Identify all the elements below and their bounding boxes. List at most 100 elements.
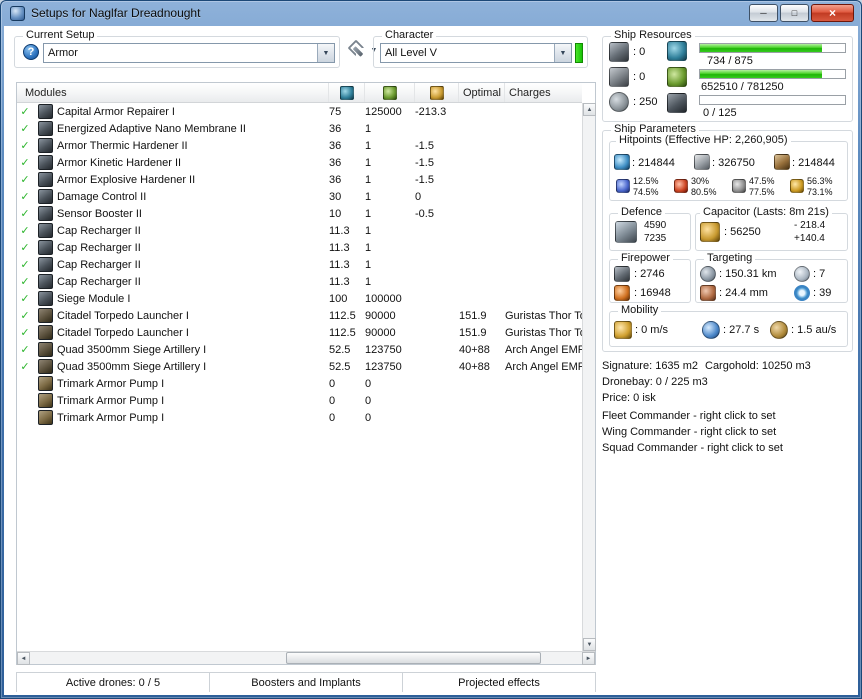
module-row[interactable]: ✓ Cap Recharger II 11.3 1 <box>17 256 582 273</box>
explosive-resist-icon <box>790 179 804 193</box>
squad-commander-text[interactable]: Squad Commander - right click to set <box>602 442 783 454</box>
module-name: Armor Kinetic Hardener II <box>57 157 329 169</box>
fitted-check-icon: ✓ <box>17 224 33 237</box>
module-icon <box>38 121 53 136</box>
tab-active-drones[interactable]: Active drones: 0 / 5 <box>16 672 210 692</box>
character-combobox-arrow[interactable]: ▼ <box>554 44 571 62</box>
column-header-optimal[interactable]: Optimal <box>459 83 505 102</box>
module-powergrid-value: 1 <box>365 208 415 220</box>
module-row[interactable]: Trimark Armor Pump I 0 0 <box>17 409 582 426</box>
kinetic-resist-icon <box>732 179 746 193</box>
module-cpu-value: 100 <box>329 293 365 305</box>
module-cpu-value: 0 <box>329 378 365 390</box>
dps-icon <box>614 266 630 282</box>
module-icon <box>38 257 53 272</box>
module-row[interactable]: ✓ Capital Armor Repairer I 75 125000 -21… <box>17 103 582 120</box>
window: Setups for Naglfar Dreadnought ─ □ × Cur… <box>0 0 862 699</box>
character-combobox[interactable]: All Level V ▼ <box>380 43 572 63</box>
targeting-range-value: : 150.31 km <box>719 268 776 280</box>
setup-combobox-arrow[interactable]: ▼ <box>317 44 334 62</box>
column-header-capacitor[interactable] <box>415 83 459 102</box>
module-row[interactable]: ✓ Damage Control II 30 1 0 <box>17 188 582 205</box>
column-header-modules[interactable]: Modules <box>17 83 329 102</box>
vertical-scrollbar[interactable]: ▲ ▼ <box>582 103 595 651</box>
dronebay-text: Dronebay: 0 / 225 m3 <box>602 376 708 388</box>
module-row[interactable]: ✓ Cap Recharger II 11.3 1 <box>17 273 582 290</box>
turret-hardpoints-value: : 0 <box>633 46 645 58</box>
module-icon <box>38 342 53 357</box>
kinetic-armor-resist: 77.5% <box>749 187 775 197</box>
thermal-resist-icon <box>674 179 688 193</box>
module-cpu-value: 36 <box>329 140 365 152</box>
module-charges-value: Arch Angel EMP XL <box>505 361 582 373</box>
module-row[interactable]: Trimark Armor Pump I 0 0 <box>17 392 582 409</box>
module-row[interactable]: ✓ Sensor Booster II 10 1 -0.5 <box>17 205 582 222</box>
ship-resources-label: Ship Resources <box>611 29 695 41</box>
module-cpu-value: 36 <box>329 157 365 169</box>
module-row[interactable]: ✓ Quad 3500mm Siege Artillery I 52.5 123… <box>17 358 582 375</box>
module-name: Sensor Booster II <box>57 208 329 220</box>
sensor-strength-icon <box>794 285 810 301</box>
scroll-down-button[interactable]: ▼ <box>583 638 596 651</box>
setup-tools-button[interactable] <box>346 40 368 60</box>
module-row[interactable]: ✓ Energized Adaptive Nano Membrane II 36… <box>17 120 582 137</box>
tab-boosters-and-implants[interactable]: Boosters and Implants <box>210 672 403 692</box>
titlebar[interactable]: Setups for Naglfar Dreadnought ─ □ × <box>0 0 862 26</box>
help-icon[interactable]: ? <box>23 44 39 60</box>
cpu-usage-text: 734 / 875 <box>707 55 753 67</box>
wing-commander-text[interactable]: Wing Commander - right click to set <box>602 426 776 438</box>
module-powergrid-value: 125000 <box>365 106 415 118</box>
maximize-button[interactable]: □ <box>780 4 809 22</box>
sensor-strength-value: : 39 <box>813 287 831 299</box>
fitted-check-icon: ✓ <box>17 326 33 339</box>
column-header-charges[interactable]: Charges <box>505 83 582 102</box>
setup-combobox[interactable]: Armor ▼ <box>43 43 335 63</box>
module-row[interactable]: ✓ Cap Recharger II 11.3 1 <box>17 239 582 256</box>
fleet-commander-text[interactable]: Fleet Commander - right click to set <box>602 410 776 422</box>
tab-projected-effects[interactable]: Projected effects <box>403 672 596 692</box>
horizontal-scroll-thumb[interactable] <box>286 652 541 664</box>
max-velocity-icon <box>614 321 632 339</box>
shield-icon <box>614 154 630 170</box>
module-row[interactable]: ✓ Quad 3500mm Siege Artillery I 52.5 123… <box>17 341 582 358</box>
module-powergrid-value: 1 <box>365 157 415 169</box>
module-cpu-value: 52.5 <box>329 344 365 356</box>
mobility-group: Mobility : 0 m/s : 27.7 s : 1.5 au/s <box>609 311 848 347</box>
module-name: Energized Adaptive Nano Membrane II <box>57 123 329 135</box>
horizontal-scrollbar[interactable]: ◄ ► <box>17 651 595 664</box>
calibration-icon <box>609 92 629 112</box>
module-charges-value: Arch Angel EMP XL <box>505 344 582 356</box>
scroll-left-button[interactable]: ◄ <box>17 652 30 665</box>
module-row[interactable]: ✓ Citadel Torpedo Launcher I 112.5 90000… <box>17 324 582 341</box>
em-shield-resist: 12.5% <box>633 176 659 186</box>
max-velocity-value: : 0 m/s <box>635 324 668 336</box>
module-icon <box>38 274 53 289</box>
module-powergrid-value: 1 <box>365 140 415 152</box>
minimize-button[interactable]: ─ <box>749 4 778 22</box>
module-cpu-value: 30 <box>329 191 365 203</box>
scroll-up-button[interactable]: ▲ <box>583 103 596 116</box>
vertical-scroll-track[interactable] <box>583 116 595 638</box>
module-row[interactable]: ✓ Cap Recharger II 11.3 1 <box>17 222 582 239</box>
module-row[interactable]: ✓ Citadel Torpedo Launcher I 112.5 90000… <box>17 307 582 324</box>
module-powergrid-value: 1 <box>365 276 415 288</box>
module-row[interactable]: ✓ Armor Kinetic Hardener II 36 1 -1.5 <box>17 154 582 171</box>
scroll-right-button[interactable]: ► <box>582 652 595 665</box>
close-button[interactable]: × <box>811 4 854 22</box>
column-header-cpu[interactable] <box>329 83 365 102</box>
align-time-value: : 27.7 s <box>723 324 759 336</box>
module-row[interactable]: ✓ Armor Thermic Hardener II 36 1 -1.5 <box>17 137 582 154</box>
module-capacitor-value: -0.5 <box>415 208 459 220</box>
horizontal-scroll-track[interactable] <box>30 652 582 664</box>
firepower-label: Firepower <box>618 252 673 264</box>
module-row[interactable]: Trimark Armor Pump I 0 0 <box>17 375 582 392</box>
module-icon <box>38 104 53 119</box>
column-header-powergrid[interactable] <box>365 83 415 102</box>
capacitor-column-icon <box>430 86 444 100</box>
tab-active-drones-label: Active drones: 0 / 5 <box>66 677 160 689</box>
module-row[interactable]: ✓ Armor Explosive Hardener II 36 1 -1.5 <box>17 171 582 188</box>
module-name: Armor Thermic Hardener II <box>57 140 329 152</box>
capacitor-amount: : 56250 <box>724 226 761 238</box>
module-row[interactable]: ✓ Siege Module I 100 100000 <box>17 290 582 307</box>
capacitor-drain: - 218.4 <box>794 220 825 231</box>
